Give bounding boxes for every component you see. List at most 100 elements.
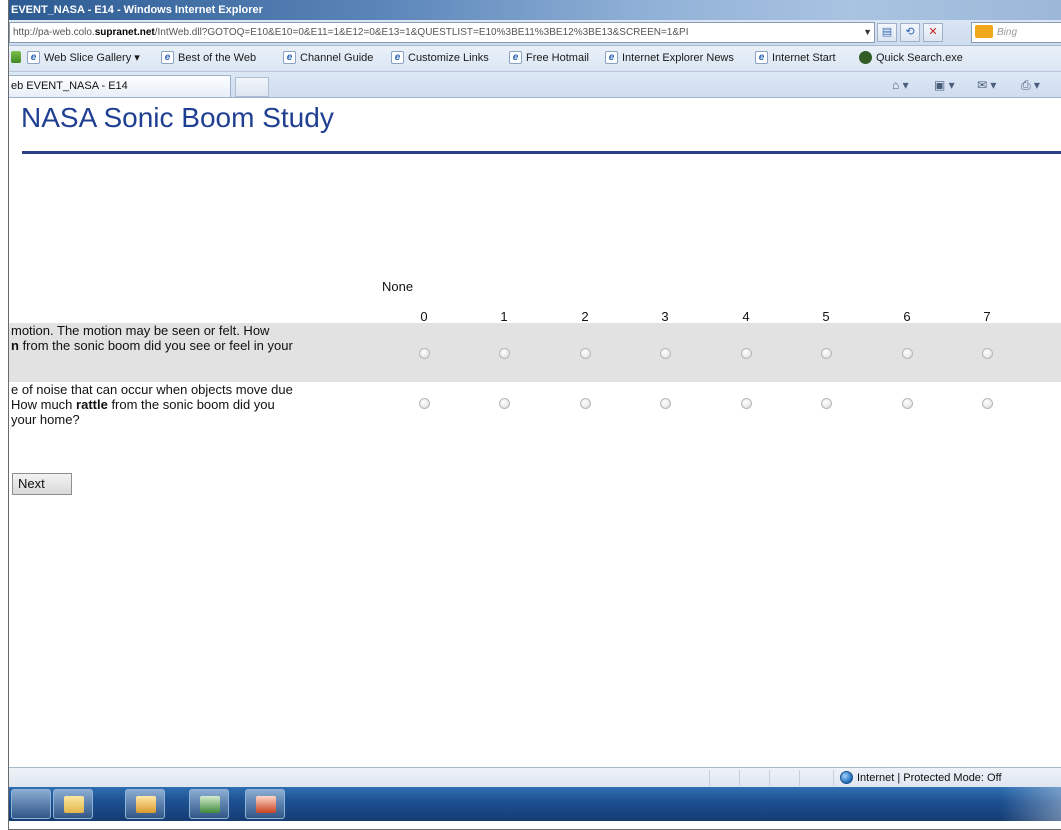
next-button[interactable]: Next — [12, 473, 72, 495]
favorite-label: Internet Explorer News — [622, 51, 734, 64]
refresh-icon: ⟲ — [905, 26, 915, 38]
radio-q1-6[interactable] — [902, 348, 913, 359]
radio-q1-4[interactable] — [741, 348, 752, 359]
taskbar-explorer-button[interactable] — [53, 789, 93, 819]
radio-q2-2[interactable] — [580, 398, 591, 409]
tab-row: eb EVENT_NASA - E14 ⌂ ▾ ▣ ▾ ✉ ▾ ⎙ ▾ — [9, 72, 1061, 98]
question-line-pre: How much — [11, 397, 77, 412]
globe-icon — [840, 771, 853, 784]
radio-q1-1[interactable] — [499, 348, 510, 359]
favorites-link-free-hotmail[interactable]: e Free Hotmail — [509, 51, 589, 64]
status-divider — [799, 770, 800, 786]
ie-icon: e — [755, 51, 768, 64]
question-bold-word: rattle — [76, 397, 108, 412]
address-row: http://pa-web.colo.supranet.net/IntWeb.d… — [9, 20, 1061, 46]
url-domain: supranet.net — [94, 27, 155, 38]
mail-icon[interactable]: ✉ ▾ — [977, 78, 996, 92]
favorites-link-channel-guide[interactable]: e Channel Guide — [283, 51, 373, 64]
radio-q2-3[interactable] — [660, 398, 671, 409]
powerpoint-icon — [256, 796, 276, 813]
excel-icon — [200, 796, 220, 813]
question-line-rest: from the sonic boom did you — [107, 397, 275, 412]
scale-value-1: 1 — [500, 309, 508, 324]
favorites-link-web-slice-gallery[interactable]: e Web Slice Gallery ▾ — [27, 51, 140, 64]
tab-event-nasa[interactable]: eb EVENT_NASA - E14 — [9, 75, 231, 97]
radio-q1-0[interactable] — [419, 348, 430, 359]
radio-q2-4[interactable] — [741, 398, 752, 409]
scale-value-5: 5 — [822, 309, 830, 324]
refresh-button[interactable]: ⟲ — [900, 23, 920, 42]
address-input[interactable]: http://pa-web.colo.supranet.net/IntWeb.d… — [9, 22, 875, 43]
favorites-star-icon[interactable] — [11, 51, 25, 63]
status-divider — [739, 770, 740, 786]
security-zone-label: Internet | Protected Mode: Off — [857, 771, 1002, 784]
radio-q1-2[interactable] — [580, 348, 591, 359]
search-placeholder: Bing — [997, 27, 1018, 38]
taskbar-powerpoint-button[interactable] — [245, 789, 285, 819]
search-input[interactable]: Bing — [971, 22, 1061, 43]
taskbar-start-orb[interactable] — [11, 789, 51, 819]
question-line: motion. The motion may be seen or felt. … — [11, 323, 270, 338]
stop-button[interactable]: ✕ — [923, 23, 943, 42]
new-tab-button[interactable] — [235, 77, 269, 97]
status-bar: Internet | Protected Mode: Off — [9, 767, 1061, 787]
folder-icon — [64, 796, 84, 813]
radio-q2-6[interactable] — [902, 398, 913, 409]
favorite-label: Channel Guide — [300, 51, 374, 64]
question-line: e of noise that can occur when objects m… — [11, 382, 293, 397]
radio-q1-7[interactable] — [982, 348, 993, 359]
question-text: motion. The motion may be seen or felt. … — [11, 323, 293, 353]
scale-value-3: 3 — [661, 309, 669, 324]
status-divider — [769, 770, 770, 786]
address-dropdown-icon[interactable]: ▼ — [863, 23, 872, 42]
radio-q1-5[interactable] — [821, 348, 832, 359]
bing-icon — [975, 24, 993, 38]
favorites-link-ie-news[interactable]: e Internet Explorer News — [605, 51, 734, 64]
ie-icon: e — [27, 51, 40, 64]
print-icon[interactable]: ⎙ ▾ — [1021, 78, 1040, 93]
url-prefix: http://pa-web.colo. — [13, 27, 95, 38]
favorites-link-best-of-the-web[interactable]: e Best of the Web — [161, 51, 256, 64]
taskbar — [9, 787, 1061, 821]
home-icon[interactable]: ⌂ ▾ — [892, 78, 909, 92]
favorite-label: Internet Start — [772, 51, 836, 64]
security-zone[interactable]: Internet | Protected Mode: Off — [840, 771, 1002, 784]
question-line: n from the sonic boom did you see or fee… — [11, 338, 293, 353]
title-divider — [22, 151, 1061, 154]
taskbar-excel-button[interactable] — [189, 789, 229, 819]
question-text: e of noise that can occur when objects m… — [11, 382, 293, 427]
ie-icon: e — [283, 51, 296, 64]
status-divider — [709, 770, 710, 786]
favorites-bar: e Web Slice Gallery ▾ e Best of the Web eC… — [9, 46, 1061, 72]
compatibility-view-button[interactable]: ▤ — [877, 23, 897, 42]
page-title: NASA Sonic Boom Study — [21, 102, 334, 133]
taskbar-outlook-button[interactable] — [125, 789, 165, 819]
close-icon: ✕ — [928, 26, 938, 38]
status-divider — [833, 770, 834, 786]
radio-q2-1[interactable] — [499, 398, 510, 409]
favorite-label: Best of the Web — [178, 51, 257, 64]
outlook-icon — [136, 796, 156, 813]
radio-q2-5[interactable] — [821, 398, 832, 409]
radio-q1-3[interactable] — [660, 348, 671, 359]
radio-q2-0[interactable] — [419, 398, 430, 409]
question-bold-word: n — [11, 338, 19, 353]
favorites-link-internet-start[interactable]: e Internet Start — [755, 51, 836, 64]
ie-icon: e — [161, 51, 174, 64]
ie-icon: e — [605, 51, 618, 64]
favorite-label: Quick Search.exe — [876, 51, 963, 64]
question-line: How much rattle from the sonic boom did … — [11, 397, 293, 412]
favorite-label: Web Slice Gallery ▾ — [44, 52, 140, 64]
favorites-link-quick-search[interactable]: Quick Search.exe — [859, 51, 963, 64]
tab-label: eb EVENT_NASA - E14 — [11, 80, 128, 92]
feeds-icon[interactable]: ▣ ▾ — [934, 78, 955, 92]
favorites-link-customize-links[interactable]: e Customize Links — [391, 51, 489, 64]
favorite-label: Free Hotmail — [526, 51, 589, 64]
scale-value-2: 2 — [581, 309, 589, 324]
scale-anchor-label: None — [382, 279, 414, 294]
scale-value-4: 4 — [742, 309, 750, 324]
radio-q2-7[interactable] — [982, 398, 993, 409]
show-desktop-button[interactable] — [1001, 787, 1061, 821]
question-row-vibration: motion. The motion may be seen or felt. … — [9, 323, 1061, 382]
url-rest: /IntWeb.dll?GOTOQ=E10&E10=0&E11=1&E12=0&… — [154, 27, 689, 38]
